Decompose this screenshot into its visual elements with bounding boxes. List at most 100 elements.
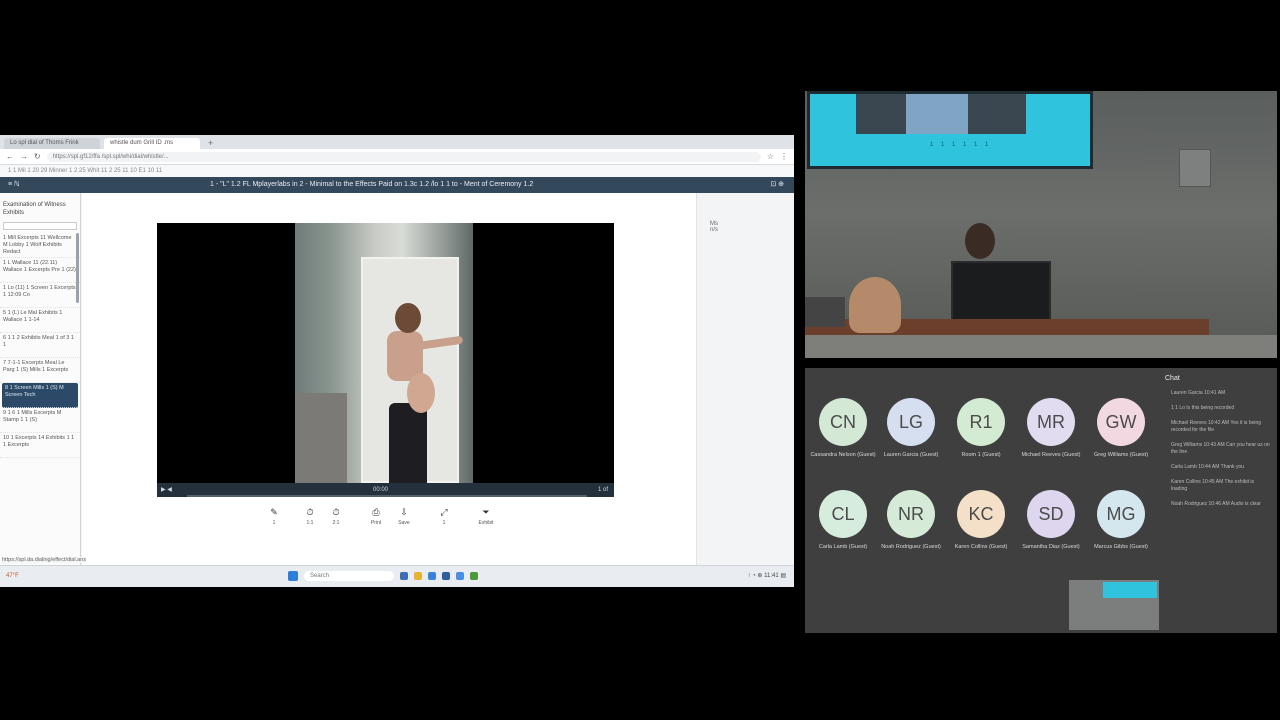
status-url: https://spl.da.dialing/effect/dial.ans [2,557,86,563]
pane-scrollbar[interactable] [76,233,79,303]
app-header: ≡ ℕ 1 - "L" 1.2 FL Mplayerlabs in 2 - Mi… [0,177,794,193]
app-icon[interactable] [470,572,478,580]
participant-avatar[interactable]: MR [1027,398,1075,446]
browser-tab-strip: Lo spl dial of Thoms Frink whistle dum G… [0,135,794,149]
clock-tool-button[interactable]: ⏱ 1:1 [298,507,322,526]
side-note: Ms n/s [710,221,719,233]
wall-display: 1 1 1 1 1 1 [807,91,1093,169]
participant-name: Room 1 (Guest) [961,452,1001,458]
person-head [395,303,421,333]
pane-title: Examination of Witness Exhibits [3,202,66,216]
participant-avatar[interactable]: GW [1097,398,1145,446]
browser-tab-active[interactable]: whistle dum Grill ID .ms [104,138,200,149]
app-menu-button[interactable]: ≡ ℕ [8,177,20,193]
tool-label: 1:1 [306,520,314,526]
new-tab-button[interactable]: + [204,138,217,149]
address-bar-row: ← → ↻ https://spl.gf12/ffa /spl.spl/whi/… [0,149,794,165]
task-view-icon[interactable] [400,572,408,580]
participant-name: Noah Rodriguez (Guest) [881,544,941,550]
windows-taskbar: https://spl.da.dialing/effect/dial.ans 4… [0,557,794,587]
participant-name: Samantha Diaz (Guest) [1022,544,1080,550]
participant-avatar[interactable]: NR [887,490,935,538]
chat-message: Carla Lamb 10:44 AM Thank you [1171,464,1245,470]
kitchen-counter [295,393,347,483]
print-tool-button[interactable]: ⎙ Print [364,507,388,526]
chat-message: Greg Williams 10:43 AM Can you hear us o… [1171,442,1270,455]
tool-label: 1 [442,520,446,526]
shared-screen: Lo spl dial of Thoms Frink whistle dum G… [0,135,794,587]
pane-search-input[interactable] [3,222,77,230]
exhibit-list-item[interactable]: 8 1 Screen Mills 1 (S) M Screen Tech [2,383,78,408]
pen-tool-button[interactable]: ✎ 1 [262,507,286,526]
participant-avatar[interactable]: KC [957,490,1005,538]
tool-label: Save [398,520,410,526]
participant-avatar[interactable]: SD [1027,490,1075,538]
exhibit-list-item[interactable]: 6 1 1 2 Exhibits Meal 1 of 3 1 1 [0,333,80,358]
filter-icon: ⏷ [482,507,490,517]
document-title: 1 - "L" 1.2 FL Mplayerlabs in 2 - Minima… [210,181,534,188]
filter-tool-button[interactable]: ⏷ Exhibit [474,507,498,526]
file-explorer-icon[interactable] [414,572,422,580]
header-controls[interactable]: ⊡ ⊕ [770,177,784,193]
chat-message: Lauren Garcia 10:41 AM [1171,390,1226,396]
weather-widget[interactable]: 47°F [6,571,19,581]
participant-avatar[interactable]: CL [819,490,867,538]
exhibit-list-item[interactable]: 5 1 (L) Le Mal Exhibits 1 Wallace 1 1-14 [0,308,80,333]
presenter [965,223,995,259]
print-icon: ⎙ [372,507,380,517]
menu-dots-icon[interactable]: ⋮ [780,152,788,161]
reload-icon[interactable]: ↻ [34,152,41,161]
wall-display-content [856,94,1026,134]
chat-messages: Lauren Garcia 10:41 AM 1 1 Lo Is this bei… [1171,390,1271,516]
url-field[interactable]: https://spl.gf12/ffa /spl.spl/whi/dial/w… [46,151,761,162]
exhibit-list-item[interactable]: 1 Mill Excerpts 11 Wellcome M Lobby 1 Wo… [0,233,80,258]
tool-label: 1 [272,520,276,526]
system-tray[interactable]: ↑ ◔ ⊕ 11:41 ▤ [747,571,786,581]
participant-name: Carla Lamb (Guest) [818,544,868,550]
play-icon[interactable]: ▶ ◀ [161,483,172,497]
exhibit-list-item[interactable]: 1 L Wallace 11 (22.11) Wallace 1 Excerpt… [0,258,80,283]
pen-icon: ✎ [270,507,278,517]
participant-name: Karen Collins (Guest) [954,544,1008,550]
clock-tool-button[interactable]: ⏱ 2:1 [324,507,348,526]
video-progress-bar[interactable] [187,495,587,497]
bookmarks-bar[interactable]: 1 1 Mil 1 20 29 Minner 1 2 25 Whit 11 2 … [0,165,794,177]
participant-name: Lauren Garcia (Guest) [883,452,939,458]
wall-display-image [906,94,968,134]
taskbar-search[interactable]: Search [304,571,394,581]
store-icon[interactable] [442,572,450,580]
video-controls: ▶ ◀ 00:00 1 of [157,483,614,497]
exhibit-list-item[interactable]: 10 1 Excerpts 14 Exhibits 1 1 1 Excerpts [0,433,80,458]
exhibit-list-item[interactable]: 7 7-1-1 Excerpts Meal Le Parg 1 (S) Mill… [0,358,80,383]
chat-message: Michael Reeves 10:42 AM Yes it is being … [1171,420,1262,433]
participants-panel: CN Cassandra Nelson (Guest) LG Lauren Garci… [805,368,1277,633]
clock-icon-2: ⏱ [332,507,340,517]
edge-icon[interactable] [428,572,436,580]
wall-panel [1179,149,1211,187]
self-view-video[interactable] [1069,580,1159,630]
tool-label: 2:1 [332,520,340,526]
participant-avatar[interactable]: LG [887,398,935,446]
participant-avatar[interactable]: MG [1097,490,1145,538]
viewer-scrollbar[interactable] [696,193,697,565]
mail-icon[interactable] [456,572,464,580]
star-icon[interactable]: ☆ [767,152,774,161]
chair [805,297,845,327]
participant-avatar[interactable]: R1 [957,398,1005,446]
forward-icon[interactable]: → [20,152,28,161]
participant-avatar[interactable]: CN [819,398,867,446]
save-tool-button[interactable]: ⇩ Save [392,507,416,526]
back-icon[interactable]: ← [6,152,14,161]
exhibit-list-item[interactable]: 1 Lo (11) 1 Screen 1 Excerpts 1 12:09 Co [0,283,80,308]
fullscreen-tool-button[interactable]: ⤢ 1 [432,507,456,526]
exhibit-list-item[interactable]: 9 1 6 1 Mills Excerpts M Stamp 1 1 (S) [0,408,80,433]
start-button[interactable] [288,571,298,581]
clock-icon: ⏱ [306,507,314,517]
video-frame-image [295,223,473,483]
attendee [849,277,901,333]
viewer-toolbar: ✎ 1 ⏱ 1:1 ⏱ 2:1 ⎙ Print ⇩ Save ⤢ 1 ⏷ Exhibit [262,507,522,533]
browser-tab[interactable]: Lo spl dial of Thoms Frink [4,138,100,149]
video-player[interactable]: ▶ ◀ 00:00 1 of [157,223,614,497]
participant-name: Greg Williams (Guest) [1093,452,1149,458]
tool-label: Print [370,520,382,526]
